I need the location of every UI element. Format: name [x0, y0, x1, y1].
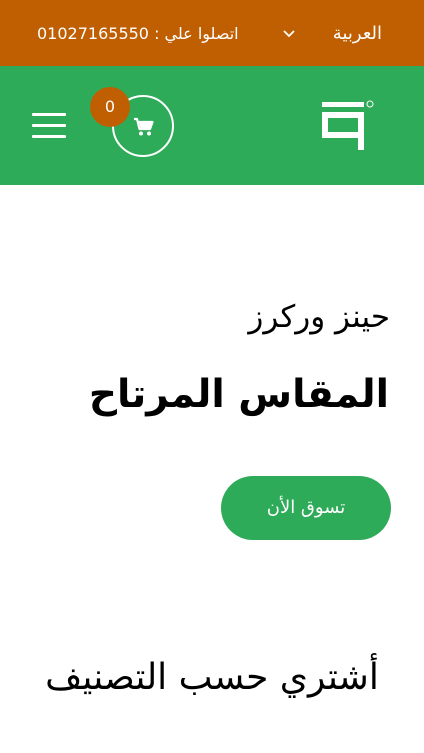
main-header: 0: [0, 66, 424, 185]
contact-phone: اتصلوا علي : 01027165550: [37, 24, 239, 43]
cart-count-badge: 0: [90, 87, 130, 127]
shop-by-category-title: أشتري حسب التصنيف: [45, 657, 379, 698]
chevron-down-icon[interactable]: [282, 27, 296, 41]
language-selector[interactable]: العربية: [333, 21, 382, 47]
hero-title: المقاس المرتاح: [88, 372, 389, 417]
hamburger-menu-icon: [32, 113, 66, 116]
shopping-cart-icon: [134, 117, 154, 136]
shop-now-button[interactable]: تسوق الأن: [221, 476, 391, 540]
top-bar: العربية اتصلوا علي : 01027165550: [0, 0, 424, 66]
brand-logo[interactable]: [320, 100, 376, 152]
menu-button[interactable]: [32, 113, 66, 139]
hamburger-line: [32, 124, 66, 127]
hamburger-line: [32, 135, 66, 138]
hero-subtitle: حينز وركرز: [248, 299, 390, 335]
